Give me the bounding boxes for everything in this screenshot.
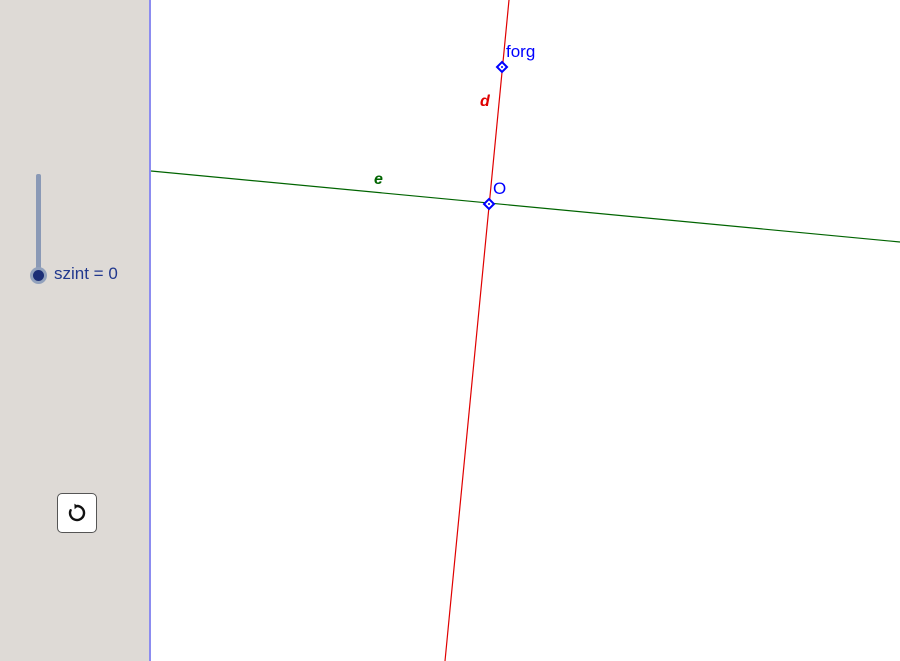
point-O[interactable]	[482, 197, 496, 211]
line-d-label: d	[480, 93, 491, 110]
point-O-label: O	[493, 179, 506, 198]
line-e[interactable]	[150, 170, 900, 243]
graphics-view[interactable]: d e forg O	[0, 0, 900, 661]
line-d[interactable]	[444, 0, 510, 661]
line-e-label: e	[374, 171, 383, 188]
point-forg[interactable]	[495, 60, 509, 74]
point-forg-label: forg	[506, 42, 535, 61]
